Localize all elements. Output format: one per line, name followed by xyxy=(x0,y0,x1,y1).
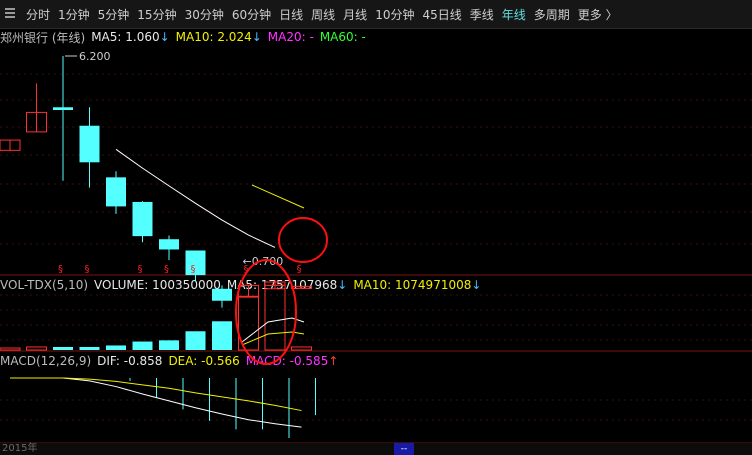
signal-marker: § xyxy=(58,264,63,275)
volume-bar xyxy=(159,340,179,350)
volume-bar xyxy=(185,331,206,350)
volume-bar xyxy=(291,346,312,351)
volume-bars xyxy=(0,281,312,351)
candle-body xyxy=(106,177,126,207)
volume-bar xyxy=(0,347,21,351)
annotation-circle xyxy=(235,259,297,365)
candle-body xyxy=(53,107,73,111)
vol-ma10-line xyxy=(241,331,305,346)
low-label: ←0.700 xyxy=(243,255,284,268)
volume-bar xyxy=(26,346,47,351)
candles xyxy=(0,56,312,308)
volume-bar xyxy=(53,346,73,350)
signal-marker: § xyxy=(191,264,196,275)
signal-marker: § xyxy=(85,264,90,275)
ma10-line xyxy=(251,184,305,209)
candle-body xyxy=(185,250,206,276)
candle-body xyxy=(212,288,232,301)
time-scrollbar[interactable]: 2015年 -- xyxy=(0,443,752,455)
volume-bar xyxy=(106,345,126,350)
macd-bars xyxy=(10,377,316,438)
kline-chart[interactable]: 6.200←0.700 § § § § § § § xyxy=(0,0,752,443)
signal-marker: § xyxy=(138,264,143,275)
scroll-thumb[interactable]: -- xyxy=(394,443,414,455)
signal-marker: § xyxy=(297,264,302,275)
volume-bar xyxy=(132,341,153,350)
candle-body xyxy=(79,125,100,163)
year-label: 2015年 xyxy=(2,443,38,454)
candle-body xyxy=(159,239,179,250)
dea-line xyxy=(10,377,302,412)
candle-body xyxy=(132,201,153,237)
annotation-circle xyxy=(278,217,328,263)
chart-grid xyxy=(0,73,752,443)
high-label: 6.200 xyxy=(79,50,111,63)
signal-marker: § xyxy=(164,264,169,275)
volume-bar xyxy=(79,346,100,350)
volume-bar xyxy=(212,321,232,350)
